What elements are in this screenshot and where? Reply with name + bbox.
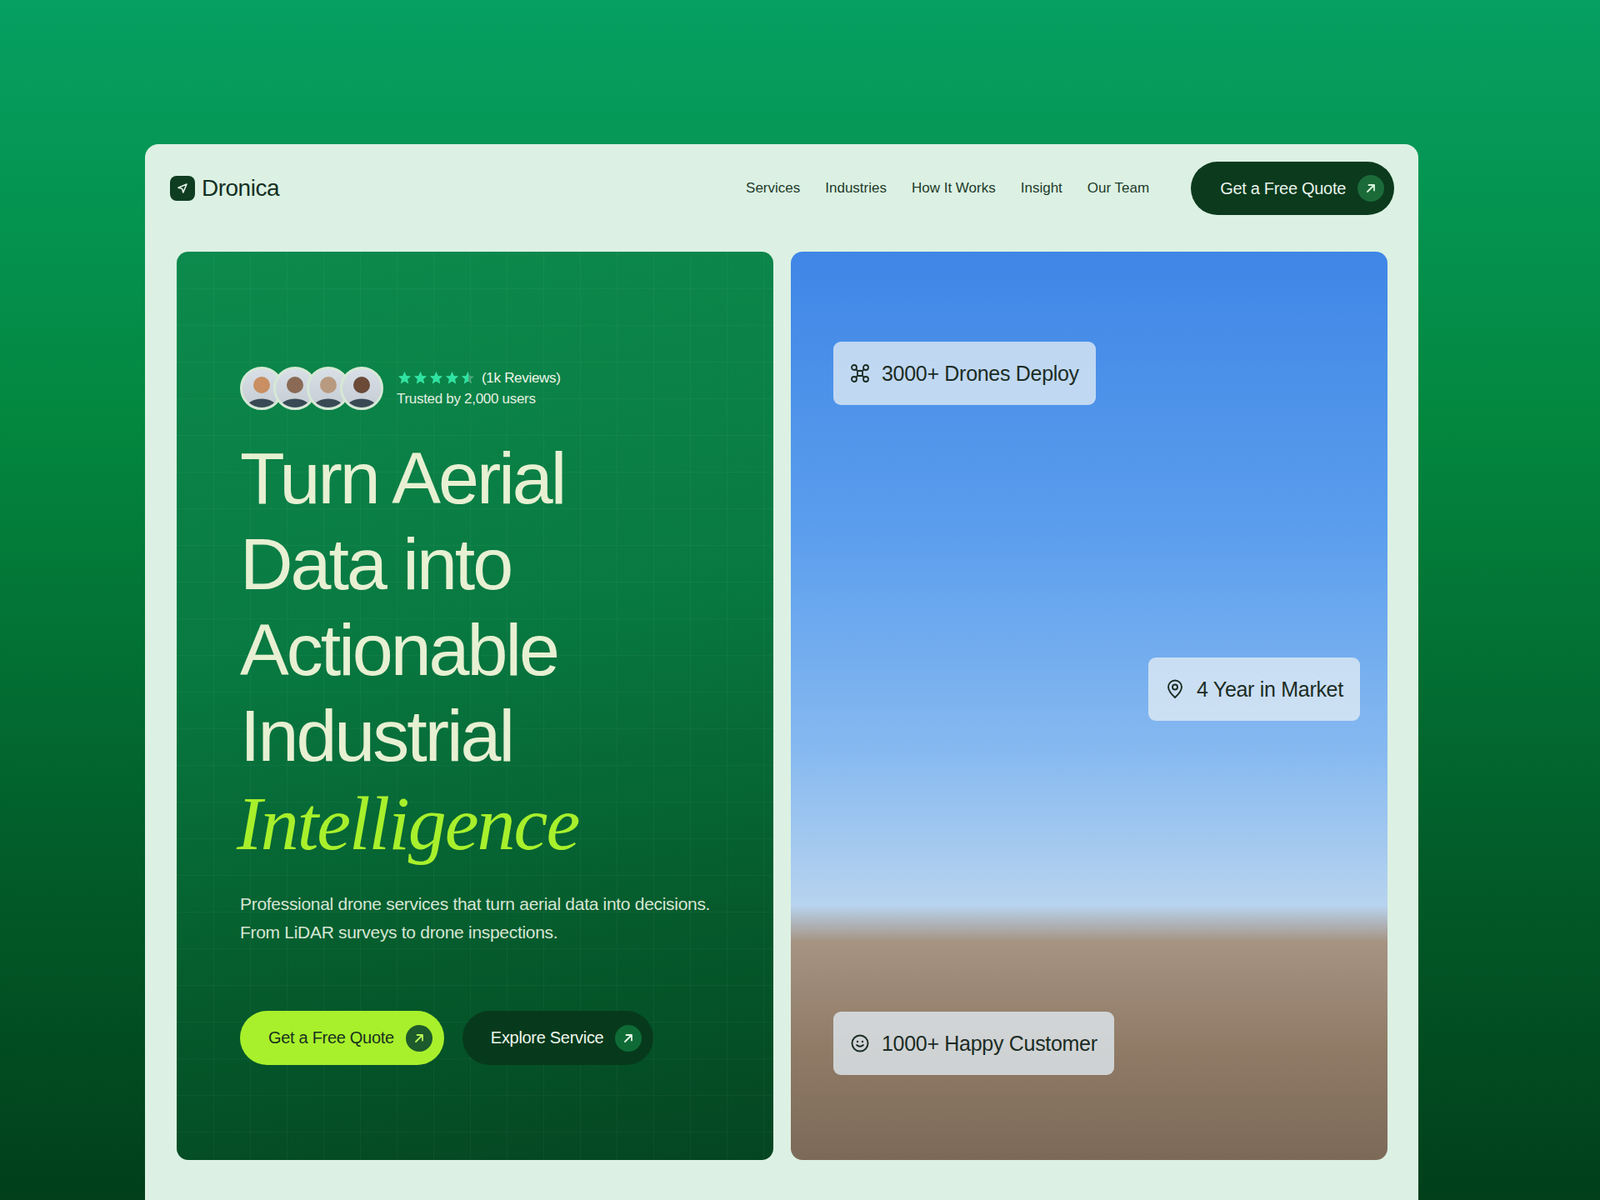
nav-link[interactable]: Services (745, 180, 800, 197)
nav-link[interactable]: Insight (1020, 180, 1063, 197)
brand-name: Dronica (201, 175, 280, 202)
hero-panel: (1k Reviews) Trusted by 2,000 users Turn A… (176, 251, 774, 1160)
headline-line: Data into (240, 520, 579, 607)
hero-description: Professional drone services that turn ae… (240, 890, 724, 947)
drone-icon (850, 363, 870, 384)
arrow-badge (1357, 175, 1385, 202)
headline-accent: Intelligence (236, 778, 579, 869)
nav-link[interactable]: Our Team (1087, 180, 1150, 197)
star-icon (460, 370, 469, 385)
headline-line: Actionable (240, 606, 579, 693)
star-icon (444, 370, 460, 385)
rating-row: (1k Reviews) (396, 370, 561, 387)
stat-label: 1000+ Happy Customer (881, 1031, 1098, 1056)
arrow-icon (621, 1031, 635, 1045)
person-icon (342, 369, 381, 408)
star-icon (428, 370, 445, 385)
trusted-label: Trusted by 2,000 users (396, 390, 561, 408)
button-label: Get a Free Quote (268, 1028, 395, 1048)
stars-fill (396, 370, 469, 385)
hero-buttons: Get a Free Quote Explore Service (240, 1010, 654, 1065)
stat-label: 4 Year in Market (1196, 677, 1344, 702)
stat-badge: 1000+ Happy Customer (833, 1011, 1115, 1075)
headline-line: Turn Aerial (240, 435, 579, 521)
smile-icon (850, 1033, 870, 1054)
nav-link[interactable]: How It Works (911, 180, 996, 197)
arrow-badge (615, 1025, 642, 1052)
nav-links: Services Industries How It Works Insight Our… (745, 180, 1150, 197)
quote-button[interactable]: Get a Free Quote (240, 1010, 445, 1065)
quote-button[interactable]: Get a Free Quote (1190, 161, 1395, 215)
stat-badge: 4 Year in Market (1148, 657, 1360, 721)
explore-button[interactable]: Explore Service (462, 1010, 655, 1065)
avatar-group (240, 366, 384, 410)
social-proof: (1k Reviews) Trusted by 2,000 users (240, 366, 561, 410)
avatar (340, 366, 384, 410)
star-icon (460, 370, 476, 385)
rating-text: (1k Reviews) Trusted by 2,000 users (396, 370, 561, 408)
button-label: Explore Service (490, 1028, 605, 1048)
page-card: Dronica Services Industries How It Works Ins… (145, 144, 1419, 1200)
stat-label: 3000+ Drones Deploy (881, 361, 1080, 386)
arrow-icon (1364, 181, 1378, 195)
arrow-badge (405, 1025, 433, 1052)
headline: Turn AerialData intoActionableIndustrial… (240, 435, 579, 869)
navigation-icon (175, 181, 190, 195)
logo[interactable]: Dronica (170, 175, 280, 202)
star-icon (412, 370, 429, 385)
hero-photo: 3000+ Drones Deploy 4 Year in Market 1000+… (790, 251, 1388, 1160)
nav-link[interactable]: Industries (825, 180, 887, 197)
location-pin-icon (1165, 679, 1185, 700)
headline-line: Industrial (240, 692, 579, 779)
arrow-icon (412, 1031, 426, 1045)
logo-mark (170, 175, 195, 201)
quote-label: Get a Free Quote (1220, 179, 1346, 199)
stat-badge: 3000+ Drones Deploy (833, 341, 1096, 405)
review-count: (1k Reviews) (481, 370, 561, 387)
top-nav: Dronica Services Industries How It Works Ins… (170, 161, 1395, 215)
star-rating (396, 370, 477, 385)
star-icon (396, 370, 413, 385)
hero-panels: (1k Reviews) Trusted by 2,000 users Turn A… (176, 251, 1388, 1160)
